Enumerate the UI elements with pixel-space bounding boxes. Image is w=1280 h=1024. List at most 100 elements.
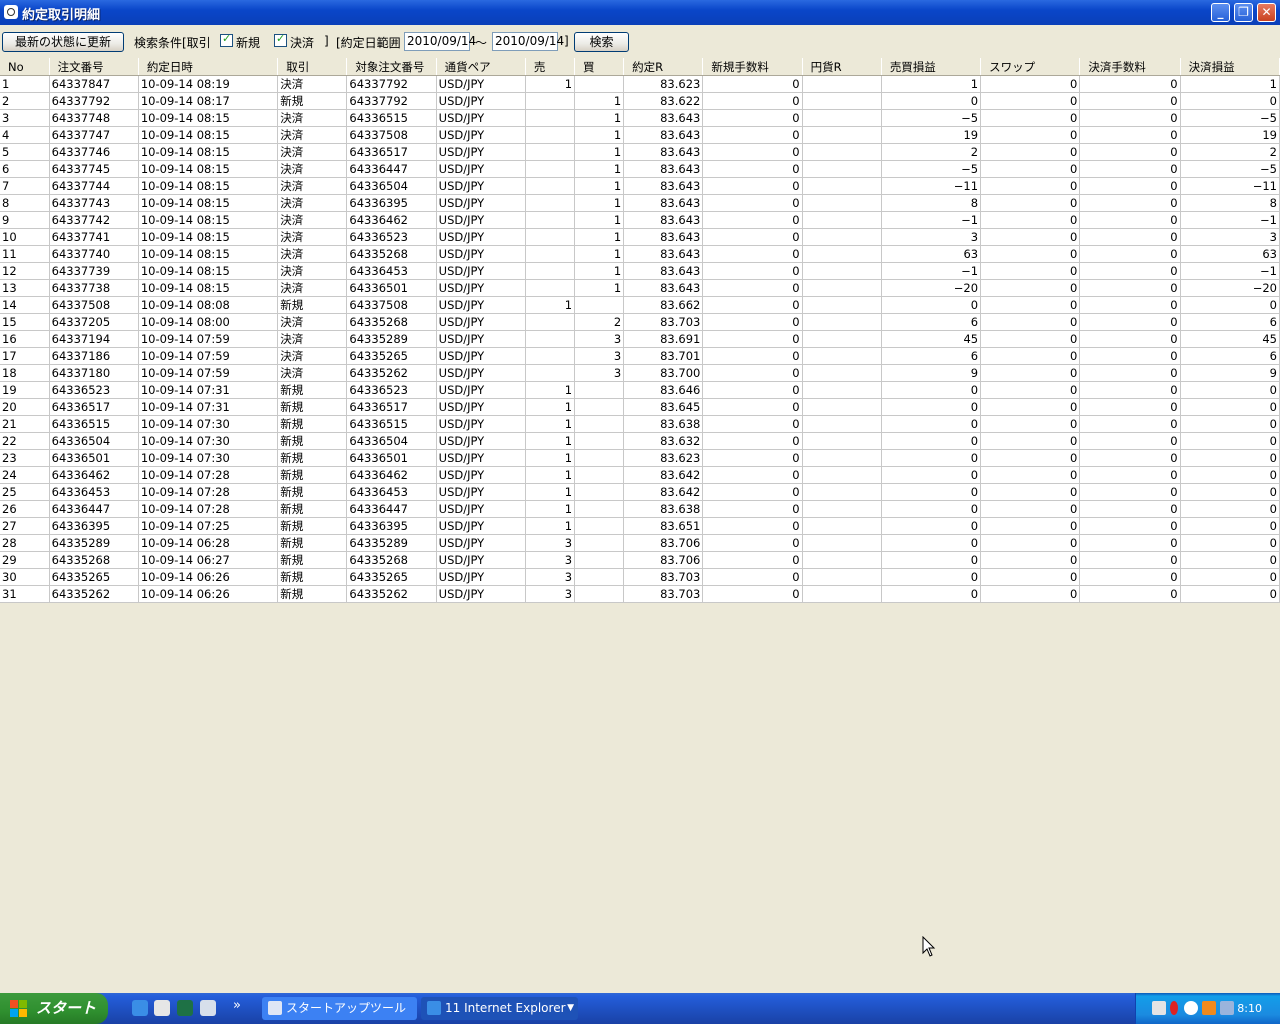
table-cell: 決済 bbox=[277, 160, 348, 178]
table-row[interactable]: 8 64337743 10-09-14 08:15 決済 64336395 USD/JPY… bbox=[0, 194, 1280, 212]
table-row[interactable]: 10 64337741 10-09-14 08:15 決済 64336523 USD/JP… bbox=[0, 228, 1280, 246]
table-cell: 0 bbox=[1180, 534, 1280, 552]
table-cell: 64335289 bbox=[49, 534, 139, 552]
table-row[interactable]: 31 64335262 10-09-14 06:26 新規 64335262 USD/JP… bbox=[0, 585, 1280, 603]
new-checkbox[interactable]: ✓ bbox=[220, 32, 233, 47]
close-button[interactable]: ✕ bbox=[1257, 3, 1276, 22]
restore-button[interactable]: ❐ bbox=[1234, 3, 1253, 22]
table-cell: 0 bbox=[980, 245, 1081, 263]
table-cell: 0 bbox=[702, 194, 803, 212]
column-header[interactable]: 約定R bbox=[623, 58, 704, 76]
table-cell bbox=[802, 143, 882, 161]
table-cell bbox=[525, 143, 576, 161]
table-row[interactable]: 14 64337508 10-09-14 08:08 新規 64337508 USD/JP… bbox=[0, 296, 1280, 314]
quicklaunch-overflow-icon[interactable]: » bbox=[233, 998, 241, 1013]
internet-explorer-icon[interactable] bbox=[132, 1000, 148, 1016]
column-header[interactable]: スワップ bbox=[980, 58, 1081, 76]
column-header[interactable]: 取引 bbox=[277, 58, 348, 76]
table-row[interactable]: 30 64335265 10-09-14 06:26 新規 64335265 USD/JP… bbox=[0, 568, 1280, 586]
table-row[interactable]: 7 64337744 10-09-14 08:15 決済 64336504 USD/JPY… bbox=[0, 177, 1280, 195]
brush-icon[interactable] bbox=[1220, 1001, 1234, 1015]
table-cell: 10-09-14 07:59 bbox=[138, 330, 279, 348]
table-cell bbox=[574, 381, 625, 399]
table-cell: 0 bbox=[980, 568, 1081, 586]
table-cell: 1 bbox=[574, 279, 625, 297]
search-button[interactable]: 検索 bbox=[574, 32, 629, 52]
table-cell: 3 bbox=[525, 568, 576, 586]
table-cell: 83.643 bbox=[623, 126, 704, 144]
back-arrow-icon[interactable] bbox=[1184, 1001, 1198, 1015]
table-cell: 0 bbox=[702, 534, 803, 552]
column-header[interactable]: 買 bbox=[574, 58, 625, 76]
table-row[interactable]: 27 64336395 10-09-14 07:25 新規 64336395 USD/JP… bbox=[0, 517, 1280, 535]
column-header[interactable]: 売 bbox=[525, 58, 576, 76]
table-cell: 83.643 bbox=[623, 211, 704, 229]
table-row[interactable]: 15 64337205 10-09-14 08:00 決済 64335268 USD/JP… bbox=[0, 313, 1280, 331]
table-row[interactable]: 21 64336515 10-09-14 07:30 新規 64336515 USD/JP… bbox=[0, 415, 1280, 433]
settle-checkbox[interactable]: ✓ bbox=[274, 32, 287, 47]
ime-icon[interactable] bbox=[1202, 1001, 1216, 1015]
table-cell: 1 bbox=[0, 75, 50, 93]
table-row[interactable]: 19 64336523 10-09-14 07:31 新規 64336523 USD/JP… bbox=[0, 381, 1280, 399]
table-cell: 83.643 bbox=[623, 194, 704, 212]
date-from-field[interactable]: 2010/09/14 bbox=[404, 32, 476, 51]
app-icon[interactable] bbox=[4, 5, 18, 19]
table-row[interactable]: 22 64336504 10-09-14 07:30 新規 64336504 USD/JP… bbox=[0, 432, 1280, 450]
table-row[interactable]: 2 64337792 10-09-14 08:17 新規 64337792 USD/JPY… bbox=[0, 92, 1280, 110]
date-to-field[interactable]: 2010/09/14 bbox=[492, 32, 564, 51]
column-header[interactable]: 約定日時 bbox=[138, 58, 279, 76]
table-cell: 0 bbox=[881, 500, 982, 518]
refresh-button[interactable]: 最新の状態に更新 bbox=[2, 32, 124, 52]
table-row[interactable]: 17 64337186 10-09-14 07:59 決済 64335265 USD/JP… bbox=[0, 347, 1280, 365]
table-row[interactable]: 23 64336501 10-09-14 07:30 新規 64336501 USD/JP… bbox=[0, 449, 1280, 467]
table-row[interactable]: 24 64336462 10-09-14 07:28 新規 64336462 USD/JP… bbox=[0, 466, 1280, 484]
keyboard-icon[interactable] bbox=[1152, 1001, 1166, 1015]
task-startup-tool[interactable]: スタートアップツール bbox=[262, 997, 417, 1020]
table-row[interactable]: 25 64336453 10-09-14 07:28 新規 64336453 USD/JP… bbox=[0, 483, 1280, 501]
table-row[interactable]: 5 64337746 10-09-14 08:15 決済 64336517 USD/JPY… bbox=[0, 143, 1280, 161]
table-cell: 1 bbox=[574, 92, 625, 110]
table-row[interactable]: 18 64337180 10-09-14 07:59 決済 64335262 USD/JP… bbox=[0, 364, 1280, 382]
table-cell: 64337508 bbox=[346, 296, 437, 314]
column-header[interactable]: 対象注文番号 bbox=[346, 58, 437, 76]
table-row[interactable]: 26 64336447 10-09-14 07:28 新規 64336447 USD/JP… bbox=[0, 500, 1280, 518]
table-cell: 10-09-14 08:15 bbox=[138, 262, 279, 280]
table-cell: USD/JPY bbox=[436, 483, 526, 501]
table-cell: 64335268 bbox=[49, 551, 139, 569]
column-header[interactable]: 注文番号 bbox=[49, 58, 139, 76]
table-row[interactable]: 28 64335289 10-09-14 06:28 新規 64335289 USD/JP… bbox=[0, 534, 1280, 552]
table-cell: USD/JPY bbox=[436, 92, 526, 110]
table-row[interactable]: 11 64337740 10-09-14 08:15 決済 64335268 USD/JP… bbox=[0, 245, 1280, 263]
table-row[interactable]: 12 64337739 10-09-14 08:15 決済 64336453 USD/JP… bbox=[0, 262, 1280, 280]
minimize-button[interactable]: _ bbox=[1211, 3, 1230, 22]
table-row[interactable]: 4 64337747 10-09-14 08:15 決済 64337508 USD/JPY… bbox=[0, 126, 1280, 144]
table-cell: 19 bbox=[881, 126, 982, 144]
table-row[interactable]: 9 64337742 10-09-14 08:15 決済 64336462 USD/JPY… bbox=[0, 211, 1280, 229]
start-label: スタート bbox=[36, 999, 97, 1017]
table-cell bbox=[802, 245, 882, 263]
table-row[interactable]: 29 64335268 10-09-14 06:27 新規 64335268 USD/JP… bbox=[0, 551, 1280, 569]
column-header[interactable]: 決済損益 bbox=[1180, 58, 1280, 76]
table-row[interactable]: 1 64337847 10-09-14 08:19 決済 64337792 USD/JPY… bbox=[0, 75, 1280, 93]
task-internet-explorer[interactable]: 11 Internet Explorer ▼ bbox=[421, 997, 578, 1020]
column-header[interactable]: 売買損益 bbox=[881, 58, 982, 76]
settings-icon[interactable] bbox=[154, 1000, 170, 1016]
table-row[interactable]: 20 64336517 10-09-14 07:31 新規 64336517 USD/JP… bbox=[0, 398, 1280, 416]
column-header[interactable]: 決済手数料 bbox=[1079, 58, 1181, 76]
table-row[interactable]: 13 64337738 10-09-14 08:15 決済 64336501 USD/JP… bbox=[0, 279, 1280, 297]
table-row[interactable]: 6 64337745 10-09-14 08:15 決済 64336447 USD/JPY… bbox=[0, 160, 1280, 178]
outlook-express-icon[interactable] bbox=[200, 1000, 216, 1016]
table-row[interactable]: 3 64337748 10-09-14 08:15 決済 64336515 USD/JPY… bbox=[0, 109, 1280, 127]
excel-icon[interactable] bbox=[177, 1000, 193, 1016]
column-header[interactable]: 円貨R bbox=[802, 58, 882, 76]
column-header[interactable]: No bbox=[0, 58, 50, 76]
start-button[interactable]: スタート bbox=[0, 993, 108, 1024]
table-cell: 0 bbox=[980, 194, 1081, 212]
table-cell: 83.703 bbox=[623, 313, 704, 331]
column-header[interactable]: 新規手数料 bbox=[702, 58, 803, 76]
table-row[interactable]: 16 64337194 10-09-14 07:59 決済 64335289 USD/JP… bbox=[0, 330, 1280, 348]
table-cell: 0 bbox=[702, 500, 803, 518]
column-header[interactable]: 通貨ペア bbox=[436, 58, 526, 76]
tray-red-icon[interactable] bbox=[1170, 1001, 1178, 1015]
table-cell: USD/JPY bbox=[436, 211, 526, 229]
